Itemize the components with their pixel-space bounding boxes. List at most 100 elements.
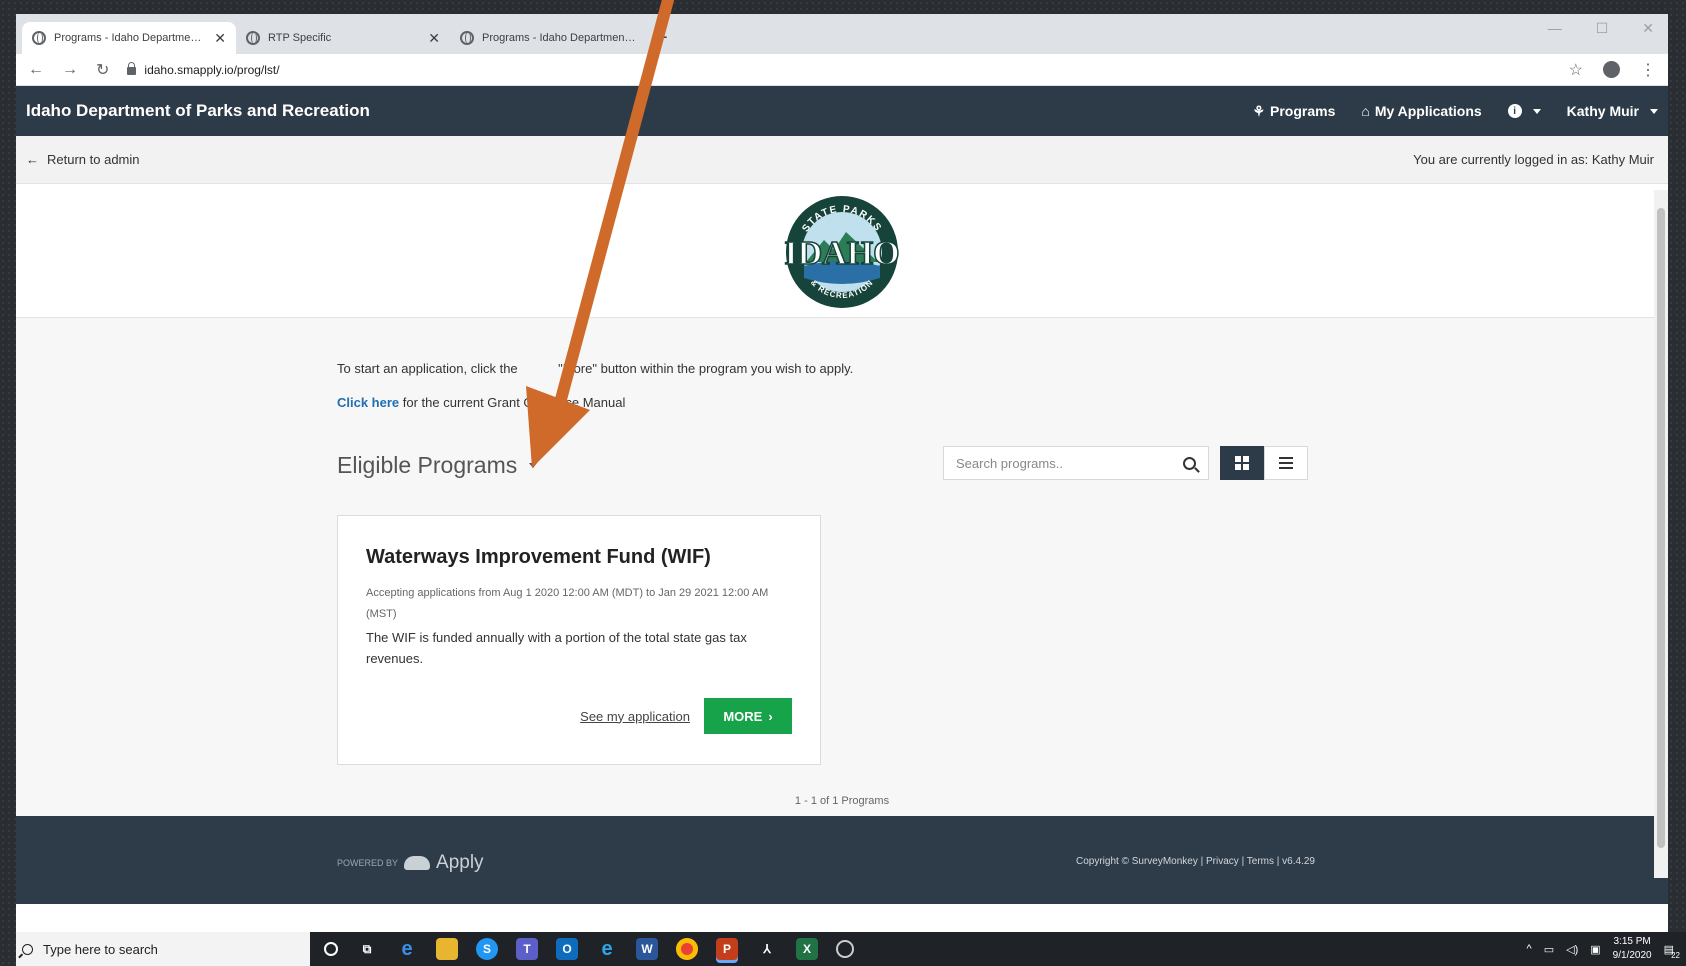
lock-icon — [127, 62, 137, 75]
user-name: Kathy Muir — [1566, 103, 1639, 119]
grid-icon — [1235, 456, 1249, 470]
vertical-scrollbar[interactable] — [1654, 190, 1668, 878]
program-title[interactable]: Waterways Improvement Fund (WIF) — [366, 546, 792, 569]
teams-icon[interactable]: T — [516, 938, 538, 960]
taskbar-search[interactable]: Type here to search — [16, 932, 310, 966]
minimize-icon[interactable]: — — [1548, 20, 1562, 37]
excel-icon[interactable]: X — [796, 938, 818, 960]
home-icon: ⌂ — [1361, 103, 1370, 119]
account-icon[interactable] — [1603, 61, 1620, 78]
results-count: 1 - 1 of 1 Programs — [794, 795, 890, 807]
windows-taskbar: Type here to search ⧉ e S T O e W P ⅄ X … — [16, 932, 1686, 966]
logged-in-notice: You are currently logged in as: Kathy Mu… — [1413, 152, 1654, 167]
search-programs-input[interactable]: Search programs.. — [943, 446, 1209, 480]
tab-title: RTP Specific — [268, 32, 332, 44]
forward-arrow-icon[interactable]: → — [62, 61, 78, 79]
chevron-up-icon[interactable]: ^ — [1527, 943, 1532, 955]
taskbar-apps: ⧉ e S T O e W P ⅄ X — [310, 938, 854, 960]
notifications-icon[interactable]: ▤ 22 — [1664, 943, 1680, 960]
admin-bar: ← Return to admin You are currently logg… — [16, 136, 1668, 184]
notification-count: 22 — [1671, 950, 1680, 960]
program-description: The WIF is funded annually with a portio… — [366, 630, 747, 666]
bookmark-star-icon[interactable]: ☆ — [1569, 60, 1583, 80]
more-label: MORE — [723, 708, 763, 724]
chrome-icon[interactable] — [676, 938, 698, 960]
logo-band: STATE PARKS & RECREATION IDAHO — [16, 184, 1668, 318]
search-placeholder: Search programs.. — [956, 455, 1063, 471]
intro-prefix: To start an application, click the — [337, 361, 522, 376]
return-to-admin-link[interactable]: ← Return to admin — [26, 152, 140, 167]
sync-app-icon[interactable] — [836, 940, 854, 958]
tab-title: Programs - Idaho Department of Parks and… — [482, 32, 636, 44]
intro-suffix: "More" button within the program you wis… — [554, 361, 854, 376]
edge-icon[interactable]: e — [596, 938, 618, 960]
return-label: Return to admin — [47, 152, 140, 167]
close-window-icon[interactable]: ✕ — [1642, 20, 1654, 37]
tab-strip: Programs - Idaho Department of Parks and… — [16, 14, 1668, 54]
app-navbar: Idaho Department of Parks and Recreation… — [16, 86, 1668, 136]
display-icon[interactable]: ▣ — [1590, 943, 1600, 956]
nav-right: ⚘ Programs ⌂ My Applications i Kathy Mui… — [1252, 103, 1658, 120]
word-icon[interactable]: W — [636, 938, 658, 960]
kebab-menu-icon[interactable]: ⋮ — [1640, 60, 1656, 80]
nav-info-dropdown[interactable]: i — [1507, 104, 1541, 118]
apply-logo-text: Apply — [436, 852, 484, 873]
reload-icon[interactable]: ↻ — [96, 60, 109, 80]
idaho-parks-logo: STATE PARKS & RECREATION IDAHO — [784, 195, 900, 308]
nav-my-applications-label: My Applications — [1374, 103, 1482, 119]
close-tab-icon[interactable]: ✕ — [214, 30, 226, 47]
new-tab-button[interactable]: + — [646, 22, 678, 54]
task-view-icon[interactable]: ⧉ — [356, 938, 378, 960]
browser-actions: ☆ ⋮ — [1569, 60, 1656, 80]
nav-programs[interactable]: ⚘ Programs — [1252, 103, 1335, 120]
cloud-logo-icon — [404, 856, 431, 870]
intro-text: To start an application, click the green… — [337, 361, 853, 376]
volume-icon[interactable]: ◁) — [1566, 943, 1578, 956]
manual-label: for the current Grant Guidance Manual — [399, 395, 626, 410]
back-arrow-icon[interactable]: ← — [28, 61, 44, 79]
scrollbar-thumb[interactable] — [1657, 208, 1665, 848]
grid-view-button[interactable] — [1220, 446, 1264, 480]
tab-programs-1[interactable]: Programs - Idaho Department of Parks and… — [22, 22, 236, 54]
tab-rtp-specific[interactable]: RTP Specific ✕ — [236, 22, 450, 54]
tab-title: Programs - Idaho Department of Parks and… — [54, 32, 206, 44]
taskbar-search-placeholder: Type here to search — [43, 941, 158, 957]
click-here-link[interactable]: Click here — [337, 395, 399, 410]
window-controls: — ☐ ✕ — [1548, 20, 1654, 37]
award-icon: ⚘ — [1252, 102, 1265, 119]
skype-icon[interactable]: S — [476, 938, 498, 960]
file-explorer-icon[interactable] — [436, 938, 458, 960]
close-tab-icon[interactable]: ✕ — [428, 30, 440, 47]
nav-my-applications[interactable]: ⌂ My Applications — [1361, 103, 1481, 119]
search-icon[interactable] — [1183, 456, 1196, 470]
nav-user-menu[interactable]: Kathy Muir — [1567, 103, 1658, 119]
tab-programs-2[interactable]: Programs - Idaho Department of Parks and… — [450, 22, 646, 54]
caret-down-icon — [529, 463, 538, 468]
caret-down-icon — [1532, 108, 1541, 114]
eligible-programs-dropdown[interactable]: Eligible Programs — [337, 452, 538, 479]
powerpoint-icon[interactable]: P — [716, 938, 738, 960]
network-icon[interactable]: ▭ — [1544, 943, 1554, 956]
see-my-application-link[interactable]: See my application — [580, 709, 690, 724]
address-bar-row: ← → ↻ idaho.smapply.io/prog/lst/ ☆ ⋮ — [16, 54, 1668, 86]
browser-window: Programs - Idaho Department of Parks and… — [16, 14, 1668, 966]
edge-legacy-icon[interactable]: e — [396, 938, 418, 960]
site-brand[interactable]: Idaho Department of Parks and Recreation — [26, 101, 370, 121]
cortana-icon[interactable] — [324, 942, 338, 956]
outlook-icon[interactable]: O — [556, 938, 578, 960]
maximize-icon[interactable]: ☐ — [1596, 20, 1609, 37]
acrobat-icon[interactable]: ⅄ — [756, 938, 778, 960]
eligible-programs-label: Eligible Programs — [337, 452, 518, 478]
clock[interactable]: 3:15 PM 9/1/2020 — [1613, 935, 1652, 963]
more-button[interactable]: MORE › — [704, 698, 792, 734]
card-actions: See my application MORE › — [580, 698, 792, 734]
powered-by[interactable]: POWERED BY Apply — [337, 852, 484, 874]
url-field[interactable]: idaho.smapply.io/prog/lst/ — [127, 62, 1550, 77]
logo-main-text: IDAHO — [784, 235, 899, 272]
footer: POWERED BY Apply Copyright © SurveyMonke… — [16, 816, 1668, 904]
nav-programs-label: Programs — [1270, 103, 1336, 119]
copyright-links[interactable]: Copyright © SurveyMonkey | Privacy | Ter… — [1076, 856, 1315, 867]
list-view-button[interactable] — [1264, 446, 1308, 480]
powered-by-label: POWERED BY — [337, 858, 399, 868]
manual-text: Click here for the current Grant Guidanc… — [337, 395, 625, 410]
